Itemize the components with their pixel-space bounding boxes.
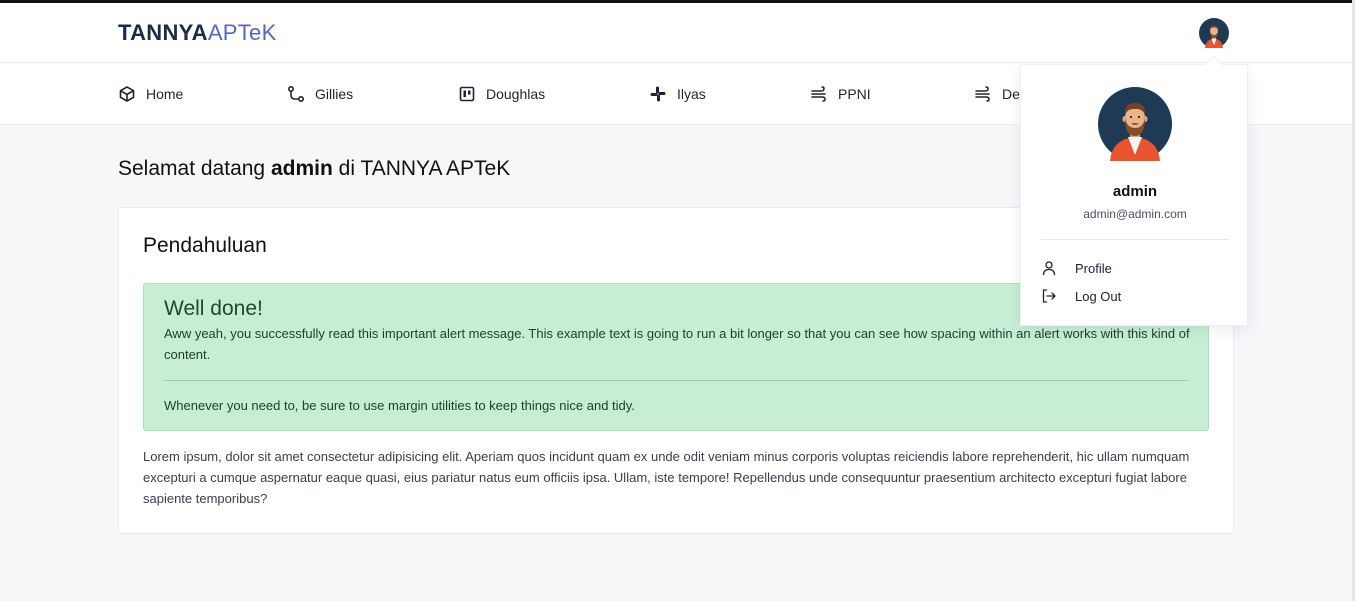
avatar-icon [1199,18,1229,48]
brand-logo-part2: APTeK [207,20,277,45]
top-bar: TANNYAAPTeK [0,0,1352,63]
nav-item-gillies[interactable]: Gillies [287,63,353,125]
nav-item-ppni[interactable]: PPNI [810,63,871,125]
dropdown-email: admin@admin.com [1083,207,1187,221]
wind-icon [975,86,990,102]
nav-item-doughlas[interactable]: Doughlas [458,63,545,125]
welcome-user: admin [270,157,333,180]
brand-logo[interactable]: TANNYAAPTeK [118,20,277,46]
dropdown-divider [1041,239,1229,240]
nav-item-home[interactable]: Home [118,63,183,125]
cube-icon [119,86,135,102]
nav-item-de[interactable]: De [974,63,1020,125]
alert-footer: Whenever you need to, be sure to use mar… [164,398,635,413]
alert-text: Aww yeah, you successfully read this imp… [164,326,1190,362]
card-body-text: Lorem ipsum, dolor sit amet consectetur … [143,449,1190,506]
nav-item-ilyas[interactable]: Ilyas [649,63,706,125]
user-avatar-button[interactable] [1199,18,1229,48]
menu-item-logout[interactable]: Log Out [1041,286,1121,306]
alert-heading: Well done! [164,297,263,320]
alert-divider [164,380,1188,381]
nav-label: PPNI [838,86,871,102]
user-avatar-large [1098,87,1172,161]
dropdown-username: admin [1112,183,1158,200]
menu-item-profile[interactable]: Profile [1041,258,1112,278]
logout-icon [1042,289,1056,303]
wind-icon [811,86,826,102]
welcome-heading: Selamat datang admin di TANNYA APTeK [118,157,510,181]
avatar-icon [1098,87,1172,161]
nav-label: De [1002,86,1020,102]
welcome-prefix: Selamat datang [118,157,266,180]
brand-logo-part1: TANNYA [118,20,208,45]
menu-item-label: Profile [1075,260,1112,276]
welcome-suffix: di TANNYA APTeK [338,157,511,180]
nav-label: Gillies [315,86,354,102]
slack-icon [650,86,666,102]
nav-label: Doughlas [486,86,546,102]
user-icon [1042,261,1056,276]
nav-label: Home [146,86,184,102]
board-icon [459,86,475,102]
card-title: Pendahuluan [143,234,267,257]
menu-item-label: Log Out [1075,288,1122,304]
user-dropdown-menu: admin admin@admin.com Profile Log Out [1020,64,1248,326]
route-icon [287,85,305,103]
nav-label: Ilyas [677,86,706,102]
